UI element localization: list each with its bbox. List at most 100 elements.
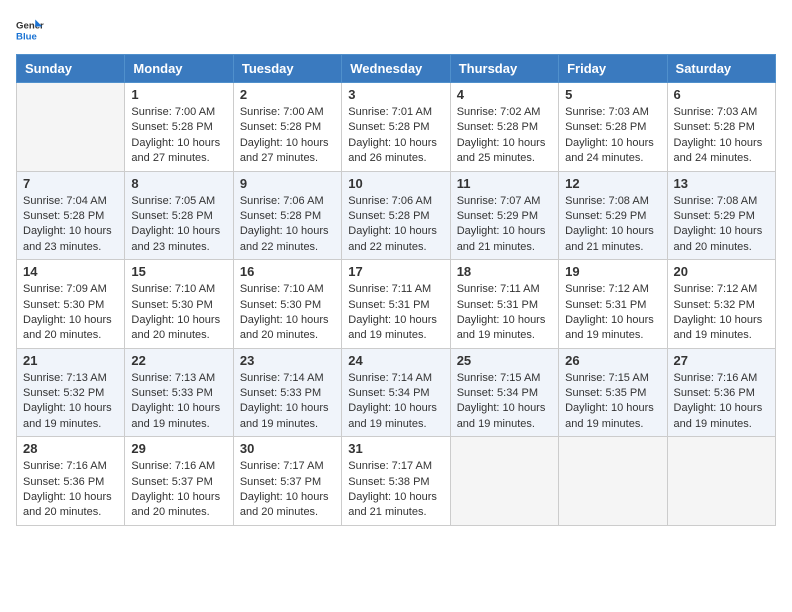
day-info: Sunrise: 7:14 AM Sunset: 5:34 PM Dayligh… bbox=[348, 371, 443, 433]
calendar-header-row: SundayMondayTuesdayWednesdayThursdayFrid… bbox=[17, 55, 776, 83]
day-info: Sunrise: 7:08 AM Sunset: 5:29 PM Dayligh… bbox=[565, 194, 660, 256]
day-info: Sunrise: 7:10 AM Sunset: 5:30 PM Dayligh… bbox=[131, 282, 226, 344]
calendar-cell: 24 Sunrise: 7:14 AM Sunset: 5:34 PM Dayli… bbox=[342, 348, 450, 437]
calendar-cell: 11 Sunrise: 7:07 AM Sunset: 5:29 PM Dayli… bbox=[450, 171, 558, 260]
logo-icon: General Blue bbox=[16, 16, 44, 44]
day-number: 27 bbox=[674, 353, 769, 368]
calendar-cell: 26Sunrise: 7:15 AM Sunset: 5:35 PM Dayli… bbox=[559, 348, 667, 437]
day-info: Sunrise: 7:17 AM Sunset: 5:38 PM Dayligh… bbox=[348, 459, 443, 521]
page-header: General Blue bbox=[16, 16, 776, 44]
day-number: 2 bbox=[240, 87, 335, 102]
calendar-cell: 28Sunrise: 7:16 AM Sunset: 5:36 PM Dayli… bbox=[17, 437, 125, 526]
calendar-week-row: 7 Sunrise: 7:04 AM Sunset: 5:28 PM Daylig… bbox=[17, 171, 776, 260]
calendar-cell: 17Sunrise: 7:11 AM Sunset: 5:31 PM Dayli… bbox=[342, 260, 450, 349]
calendar-cell: 9 Sunrise: 7:06 AM Sunset: 5:28 PM Daylig… bbox=[233, 171, 341, 260]
calendar-cell: 23 Sunrise: 7:14 AM Sunset: 5:33 PM Dayli… bbox=[233, 348, 341, 437]
calendar-cell: 22Sunrise: 7:13 AM Sunset: 5:33 PM Dayli… bbox=[125, 348, 233, 437]
calendar-cell: 27 Sunrise: 7:16 AM Sunset: 5:36 PM Dayli… bbox=[667, 348, 775, 437]
day-info: Sunrise: 7:13 AM Sunset: 5:33 PM Dayligh… bbox=[131, 371, 226, 433]
day-number: 14 bbox=[23, 264, 118, 279]
day-number: 11 bbox=[457, 176, 552, 191]
day-info: Sunrise: 7:11 AM Sunset: 5:31 PM Dayligh… bbox=[457, 282, 552, 344]
day-number: 6 bbox=[674, 87, 769, 102]
calendar-header-friday: Friday bbox=[559, 55, 667, 83]
calendar-cell: 1Sunrise: 7:00 AM Sunset: 5:28 PM Daylig… bbox=[125, 83, 233, 172]
day-number: 7 bbox=[23, 176, 118, 191]
calendar-cell: 30Sunrise: 7:17 AM Sunset: 5:37 PM Dayli… bbox=[233, 437, 341, 526]
day-info: Sunrise: 7:12 AM Sunset: 5:31 PM Dayligh… bbox=[565, 282, 660, 344]
day-number: 5 bbox=[565, 87, 660, 102]
calendar-cell: 8Sunrise: 7:05 AM Sunset: 5:28 PM Daylig… bbox=[125, 171, 233, 260]
day-number: 29 bbox=[131, 441, 226, 456]
calendar-cell: 19 Sunrise: 7:12 AM Sunset: 5:31 PM Dayli… bbox=[559, 260, 667, 349]
calendar-cell: 31 Sunrise: 7:17 AM Sunset: 5:38 PM Dayli… bbox=[342, 437, 450, 526]
calendar-cell: 14 Sunrise: 7:09 AM Sunset: 5:30 PM Dayli… bbox=[17, 260, 125, 349]
day-number: 15 bbox=[131, 264, 226, 279]
day-info: Sunrise: 7:09 AM Sunset: 5:30 PM Dayligh… bbox=[23, 282, 118, 344]
calendar-cell: 2 Sunrise: 7:00 AM Sunset: 5:28 PM Daylig… bbox=[233, 83, 341, 172]
day-info: Sunrise: 7:15 AM Sunset: 5:34 PM Dayligh… bbox=[457, 371, 552, 433]
day-info: Sunrise: 7:12 AM Sunset: 5:32 PM Dayligh… bbox=[674, 282, 769, 344]
calendar-cell: 3 Sunrise: 7:01 AM Sunset: 5:28 PM Daylig… bbox=[342, 83, 450, 172]
calendar-cell: 5 Sunrise: 7:03 AM Sunset: 5:28 PM Daylig… bbox=[559, 83, 667, 172]
day-info: Sunrise: 7:16 AM Sunset: 5:36 PM Dayligh… bbox=[674, 371, 769, 433]
calendar-header-tuesday: Tuesday bbox=[233, 55, 341, 83]
calendar-header-monday: Monday bbox=[125, 55, 233, 83]
day-info: Sunrise: 7:00 AM Sunset: 5:28 PM Dayligh… bbox=[240, 105, 335, 167]
calendar-cell: 29 Sunrise: 7:16 AM Sunset: 5:37 PM Dayli… bbox=[125, 437, 233, 526]
calendar-cell: 20 Sunrise: 7:12 AM Sunset: 5:32 PM Dayli… bbox=[667, 260, 775, 349]
calendar-week-row: 28Sunrise: 7:16 AM Sunset: 5:36 PM Dayli… bbox=[17, 437, 776, 526]
calendar-cell: 15 Sunrise: 7:10 AM Sunset: 5:30 PM Dayli… bbox=[125, 260, 233, 349]
logo: General Blue bbox=[16, 16, 44, 44]
calendar-cell: 10Sunrise: 7:06 AM Sunset: 5:28 PM Dayli… bbox=[342, 171, 450, 260]
day-info: Sunrise: 7:08 AM Sunset: 5:29 PM Dayligh… bbox=[674, 194, 769, 256]
day-number: 19 bbox=[565, 264, 660, 279]
day-number: 10 bbox=[348, 176, 443, 191]
day-number: 18 bbox=[457, 264, 552, 279]
calendar-cell: 18 Sunrise: 7:11 AM Sunset: 5:31 PM Dayli… bbox=[450, 260, 558, 349]
calendar-cell: 12 Sunrise: 7:08 AM Sunset: 5:29 PM Dayli… bbox=[559, 171, 667, 260]
day-number: 25 bbox=[457, 353, 552, 368]
day-number: 21 bbox=[23, 353, 118, 368]
day-number: 31 bbox=[348, 441, 443, 456]
calendar-cell: 21 Sunrise: 7:13 AM Sunset: 5:32 PM Dayli… bbox=[17, 348, 125, 437]
day-info: Sunrise: 7:10 AM Sunset: 5:30 PM Dayligh… bbox=[240, 282, 335, 344]
day-info: Sunrise: 7:16 AM Sunset: 5:37 PM Dayligh… bbox=[131, 459, 226, 521]
calendar-cell: 16 Sunrise: 7:10 AM Sunset: 5:30 PM Dayli… bbox=[233, 260, 341, 349]
day-number: 16 bbox=[240, 264, 335, 279]
day-info: Sunrise: 7:16 AM Sunset: 5:36 PM Dayligh… bbox=[23, 459, 118, 521]
calendar-cell bbox=[667, 437, 775, 526]
day-number: 26 bbox=[565, 353, 660, 368]
day-info: Sunrise: 7:03 AM Sunset: 5:28 PM Dayligh… bbox=[674, 105, 769, 167]
calendar-header-saturday: Saturday bbox=[667, 55, 775, 83]
calendar-header-sunday: Sunday bbox=[17, 55, 125, 83]
day-number: 13 bbox=[674, 176, 769, 191]
svg-text:Blue: Blue bbox=[16, 32, 37, 43]
calendar-header-wednesday: Wednesday bbox=[342, 55, 450, 83]
day-number: 20 bbox=[674, 264, 769, 279]
day-number: 1 bbox=[131, 87, 226, 102]
day-info: Sunrise: 7:07 AM Sunset: 5:29 PM Dayligh… bbox=[457, 194, 552, 256]
day-info: Sunrise: 7:13 AM Sunset: 5:32 PM Dayligh… bbox=[23, 371, 118, 433]
day-info: Sunrise: 7:03 AM Sunset: 5:28 PM Dayligh… bbox=[565, 105, 660, 167]
calendar-cell: 4Sunrise: 7:02 AM Sunset: 5:28 PM Daylig… bbox=[450, 83, 558, 172]
calendar-week-row: 21 Sunrise: 7:13 AM Sunset: 5:32 PM Dayli… bbox=[17, 348, 776, 437]
day-number: 12 bbox=[565, 176, 660, 191]
day-number: 4 bbox=[457, 87, 552, 102]
calendar-cell: 7 Sunrise: 7:04 AM Sunset: 5:28 PM Daylig… bbox=[17, 171, 125, 260]
calendar-cell bbox=[559, 437, 667, 526]
calendar-cell bbox=[17, 83, 125, 172]
day-number: 9 bbox=[240, 176, 335, 191]
calendar-cell bbox=[450, 437, 558, 526]
day-info: Sunrise: 7:01 AM Sunset: 5:28 PM Dayligh… bbox=[348, 105, 443, 167]
calendar-cell: 13 Sunrise: 7:08 AM Sunset: 5:29 PM Dayli… bbox=[667, 171, 775, 260]
day-info: Sunrise: 7:06 AM Sunset: 5:28 PM Dayligh… bbox=[240, 194, 335, 256]
calendar-header-thursday: Thursday bbox=[450, 55, 558, 83]
day-number: 23 bbox=[240, 353, 335, 368]
day-number: 30 bbox=[240, 441, 335, 456]
day-number: 3 bbox=[348, 87, 443, 102]
day-info: Sunrise: 7:04 AM Sunset: 5:28 PM Dayligh… bbox=[23, 194, 118, 256]
day-number: 24 bbox=[348, 353, 443, 368]
day-info: Sunrise: 7:11 AM Sunset: 5:31 PM Dayligh… bbox=[348, 282, 443, 344]
day-info: Sunrise: 7:14 AM Sunset: 5:33 PM Dayligh… bbox=[240, 371, 335, 433]
